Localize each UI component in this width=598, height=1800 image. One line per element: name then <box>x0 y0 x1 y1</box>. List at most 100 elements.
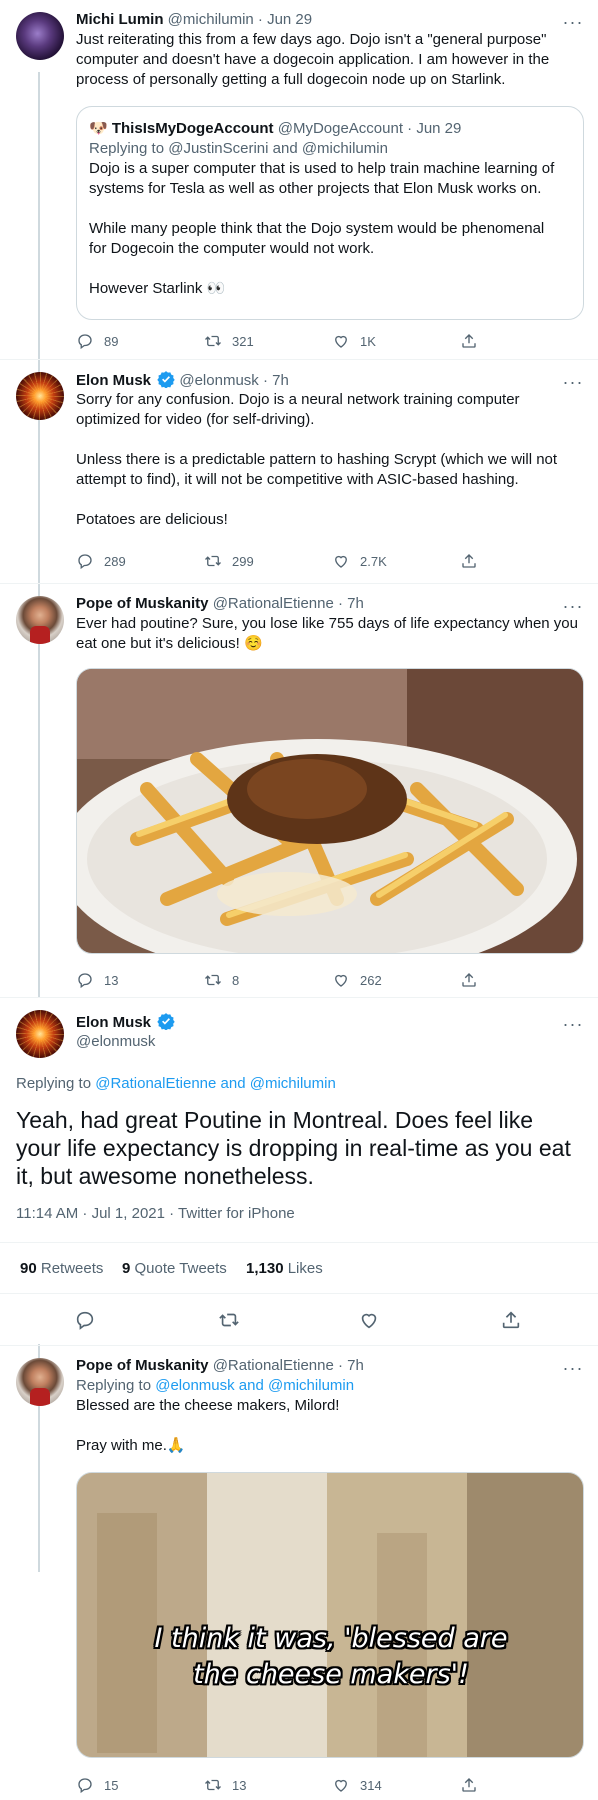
poutine-image <box>77 669 583 953</box>
tweet-actions: 89 321 1K <box>76 332 496 352</box>
tweet-timestamp[interactable]: · Jun 29 <box>258 11 312 28</box>
tweet-text-line: Unless there is a predictable pattern to… <box>76 451 558 468</box>
reply-count: 89 <box>104 334 119 349</box>
share-button[interactable] <box>460 971 488 991</box>
like-button[interactable]: 2.7K <box>332 552 387 572</box>
reply-icon <box>78 973 92 989</box>
like-button[interactable]: 314 <box>332 1776 382 1796</box>
share-icon <box>462 554 476 568</box>
tweet-michi-lumin[interactable]: Michi Lumin @michilumin · Jun 29 ··· Jus… <box>0 0 598 355</box>
author-name[interactable]: Pope of Muskanity <box>76 1357 209 1374</box>
tweet-text-line: Pray with me.🙏 <box>76 1437 186 1454</box>
retweet-icon <box>205 555 221 567</box>
heart-icon <box>335 974 347 987</box>
retweet-button[interactable]: 321 <box>204 332 254 352</box>
retweet-count: 299 <box>232 554 254 569</box>
tweet-pope-reply[interactable]: Pope of Muskanity @RationalEtienne · 7h … <box>0 1346 598 1800</box>
focused-tweet-actions <box>0 1294 598 1344</box>
author-handle[interactable]: @michilumin <box>168 11 254 28</box>
avatar[interactable] <box>16 596 64 644</box>
share-icon <box>462 1778 476 1792</box>
avatar[interactable] <box>16 1010 64 1058</box>
reply-button[interactable]: 289 <box>76 552 126 572</box>
tweet-text: Ever had poutine? Sure, you lose like 75… <box>76 614 584 654</box>
gif-caption-line: the cheese makers'! <box>193 1659 469 1690</box>
retweet-icon <box>205 1779 221 1791</box>
likes-label: Likes <box>287 1260 323 1277</box>
like-count: 314 <box>360 1778 382 1793</box>
quote-tweets-stat[interactable]: 9 Quote Tweets <box>122 1243 227 1295</box>
gif-image <box>77 1473 583 1757</box>
avatar[interactable] <box>16 12 64 60</box>
reply-icon <box>78 554 92 570</box>
share-icon <box>462 973 476 987</box>
quoted-text-line: Dojo is a super computer that is used to… <box>89 160 555 177</box>
tweet-meta[interactable]: 11:14 AM · Jul 1, 2021 · Twitter for iPh… <box>16 1204 295 1224</box>
author-name[interactable]: Michi Lumin <box>76 11 164 28</box>
retweet-button[interactable]: 299 <box>204 552 254 572</box>
like-count: 2.7K <box>360 554 387 569</box>
author-name[interactable]: Pope of Muskanity <box>76 595 209 612</box>
tweet-timestamp[interactable]: · 7h <box>338 595 364 612</box>
focused-tweet: Elon Musk @elonmusk ··· Replying to @Rat… <box>0 998 598 1344</box>
author-name[interactable]: Elon Musk <box>76 372 151 389</box>
gif-caption-line: I think it was, 'blessed are <box>154 1623 508 1654</box>
replying-to-prefix: Replying to <box>16 1075 92 1092</box>
quoted-text-line: for Dogecoin the computer would not work… <box>89 240 375 257</box>
heart-icon <box>335 555 347 568</box>
avatar[interactable] <box>16 1358 64 1406</box>
quoted-tweet-text: Replying to @JustinScerini and @michilum… <box>89 139 573 299</box>
share-button[interactable] <box>460 332 488 352</box>
like-button[interactable]: 262 <box>332 971 382 991</box>
share-button[interactable] <box>460 552 488 572</box>
retweet-icon <box>205 335 221 347</box>
author-handle[interactable]: @RationalEtienne <box>213 595 334 612</box>
heart-icon[interactable] <box>358 1309 380 1331</box>
tweet-text-line: process of personally getting a full dog… <box>76 71 506 88</box>
tweet-gif[interactable]: I think it was, 'blessed are the cheese … <box>76 1472 584 1758</box>
quoted-tweet-header: 🐶 ThisIsMyDogeAccount @MyDogeAccount · J… <box>89 119 461 139</box>
quoted-timestamp: · Jun 29 <box>407 120 462 137</box>
retweet-button[interactable]: 8 <box>204 971 239 991</box>
heart-icon <box>335 335 347 348</box>
replying-to-users[interactable]: @RationalEtienne and @michilumin <box>95 1075 336 1092</box>
tweet-text-line: Just reiterating this from a few days ag… <box>76 31 547 48</box>
reply-button[interactable]: 89 <box>76 332 118 352</box>
tweet-text-line: Sorry for any confusion. Dojo is a neura… <box>76 391 520 408</box>
retweets-count: 90 <box>20 1260 37 1277</box>
tweet-photo-poutine[interactable] <box>76 668 584 954</box>
quoted-text-line: While many people think that the Dojo sy… <box>89 220 545 237</box>
quoted-tweet[interactable]: 🐶 ThisIsMyDogeAccount @MyDogeAccount · J… <box>76 106 584 320</box>
author-name[interactable]: Elon Musk <box>76 1014 151 1031</box>
share-button[interactable] <box>460 1776 488 1796</box>
avatar[interactable] <box>16 372 64 420</box>
like-count: 262 <box>360 973 382 988</box>
author-handle[interactable]: @elonmusk <box>179 372 258 389</box>
like-button[interactable]: 1K <box>332 332 376 352</box>
reply-button[interactable]: 15 <box>76 1776 118 1796</box>
likes-stat[interactable]: 1,130 Likes <box>246 1243 323 1295</box>
tweet-timestamp[interactable]: · 7h <box>263 372 289 389</box>
reply-icon[interactable] <box>74 1309 96 1331</box>
reply-count: 13 <box>104 973 119 988</box>
heart-icon <box>335 1779 347 1792</box>
tweet-pope-poutine[interactable]: Pope of Muskanity @RationalEtienne · 7h … <box>0 584 598 994</box>
tweet-timestamp[interactable]: · 7h <box>338 1357 364 1374</box>
focused-tweet-text: Yeah, had great Poutine in Montreal. Doe… <box>16 1107 571 1189</box>
retweets-stat[interactable]: 90 Retweets <box>20 1243 103 1295</box>
share-icon[interactable] <box>500 1309 522 1331</box>
quoted-author-name: ThisIsMyDogeAccount <box>111 120 274 137</box>
verified-badge-icon <box>157 1013 175 1030</box>
author-handle[interactable]: @RationalEtienne <box>213 1357 334 1374</box>
retweet-icon[interactable] <box>218 1309 240 1331</box>
retweet-icon <box>205 974 221 986</box>
quotes-label: Quote Tweets <box>134 1260 227 1277</box>
reply-button[interactable]: 13 <box>76 971 118 991</box>
quoted-avatar: 🐶 <box>89 120 108 137</box>
more-icon[interactable]: ··· <box>562 1015 584 1038</box>
tweet-elon-musk[interactable]: Elon Musk @elonmusk · 7h ··· Sorry for a… <box>0 360 598 575</box>
retweet-button[interactable]: 13 <box>204 1776 246 1796</box>
replying-to-users[interactable]: @elonmusk and @michilumin <box>155 1377 354 1394</box>
author-handle[interactable]: @elonmusk <box>76 1032 155 1052</box>
reply-icon <box>78 1778 92 1794</box>
